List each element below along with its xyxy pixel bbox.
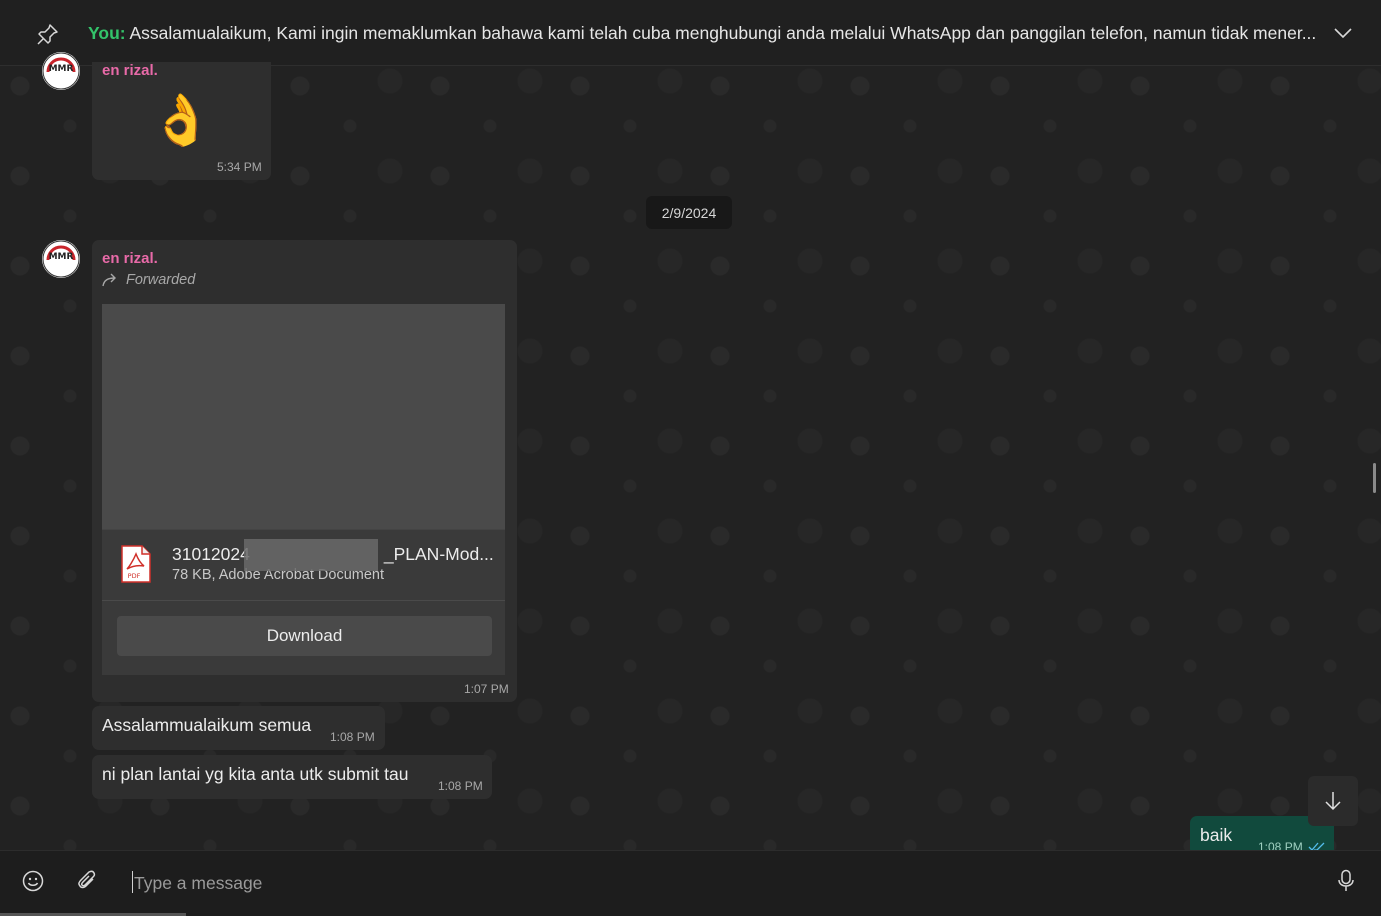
sender-name: en rizal. [102, 62, 158, 79]
message-composer [0, 850, 1381, 916]
file-name-end: _PLAN-Mod... [383, 544, 494, 564]
message-time: 1:07 PM [464, 682, 509, 696]
pdf-badge: PDF [128, 572, 141, 580]
sticker-message-bubble[interactable]: en rizal. 👌 5:34 PM [92, 62, 271, 180]
avatar[interactable]: MMR [42, 52, 80, 90]
message-time: 5:34 PM [217, 160, 262, 174]
pinned-author: You: [88, 23, 126, 43]
scrollbar-thumb[interactable] [1373, 463, 1376, 493]
text-caret [132, 871, 133, 893]
pinned-message-bar[interactable]: You: Assalamualaikum, Kami ingin memaklu… [0, 0, 1381, 66]
mic-icon[interactable] [1336, 869, 1356, 893]
date-separator: 2/9/2024 [646, 196, 732, 229]
chevron-down-icon[interactable] [1332, 22, 1354, 44]
message-time: 1:08 PM [330, 730, 375, 744]
forwarded-indicator: Forwarded [102, 272, 195, 288]
avatar-text: MMR [49, 64, 74, 74]
message-time: 1:08 PM [438, 779, 483, 793]
pin-icon[interactable] [36, 22, 60, 46]
message-text: baik [1200, 825, 1233, 845]
pinned-message-text: You: Assalamualaikum, Kami ingin memaklu… [88, 23, 1318, 44]
arrow-down-icon [1325, 792, 1341, 811]
message-input[interactable] [132, 867, 1286, 899]
avatar[interactable]: MMR [42, 240, 80, 278]
file-name-start: 31012024 [172, 544, 250, 564]
forwarded-label: Forwarded [126, 272, 196, 288]
attach-icon[interactable] [77, 870, 99, 892]
text-message-bubble[interactable]: Assalammualaikum semua 1:08 PM [92, 706, 385, 750]
avatar-text: MMR [49, 252, 74, 262]
message-text: Assalammualaikum semua [102, 715, 312, 735]
ok-hand-sticker: 👌 [150, 92, 213, 148]
document-actions: Download [102, 600, 505, 675]
message-text: ni plan lantai yg kita anta utk submit t… [102, 764, 409, 784]
redacted-region [244, 539, 378, 571]
pinned-body: Assalamualaikum, Kami ingin memaklumkan … [125, 23, 1317, 43]
forward-icon [102, 273, 116, 287]
text-message-bubble[interactable]: ni plan lantai yg kita anta utk submit t… [92, 755, 492, 799]
emoji-icon[interactable] [22, 870, 44, 892]
scroll-to-bottom-button[interactable] [1308, 776, 1358, 826]
avatar-logo: MMR [42, 52, 80, 90]
pdf-icon: PDF [121, 545, 151, 583]
avatar-logo: MMR [42, 240, 80, 278]
download-button[interactable]: Download [117, 616, 492, 656]
document-preview[interactable] [102, 304, 505, 529]
sender-name: en rizal. [102, 250, 158, 267]
